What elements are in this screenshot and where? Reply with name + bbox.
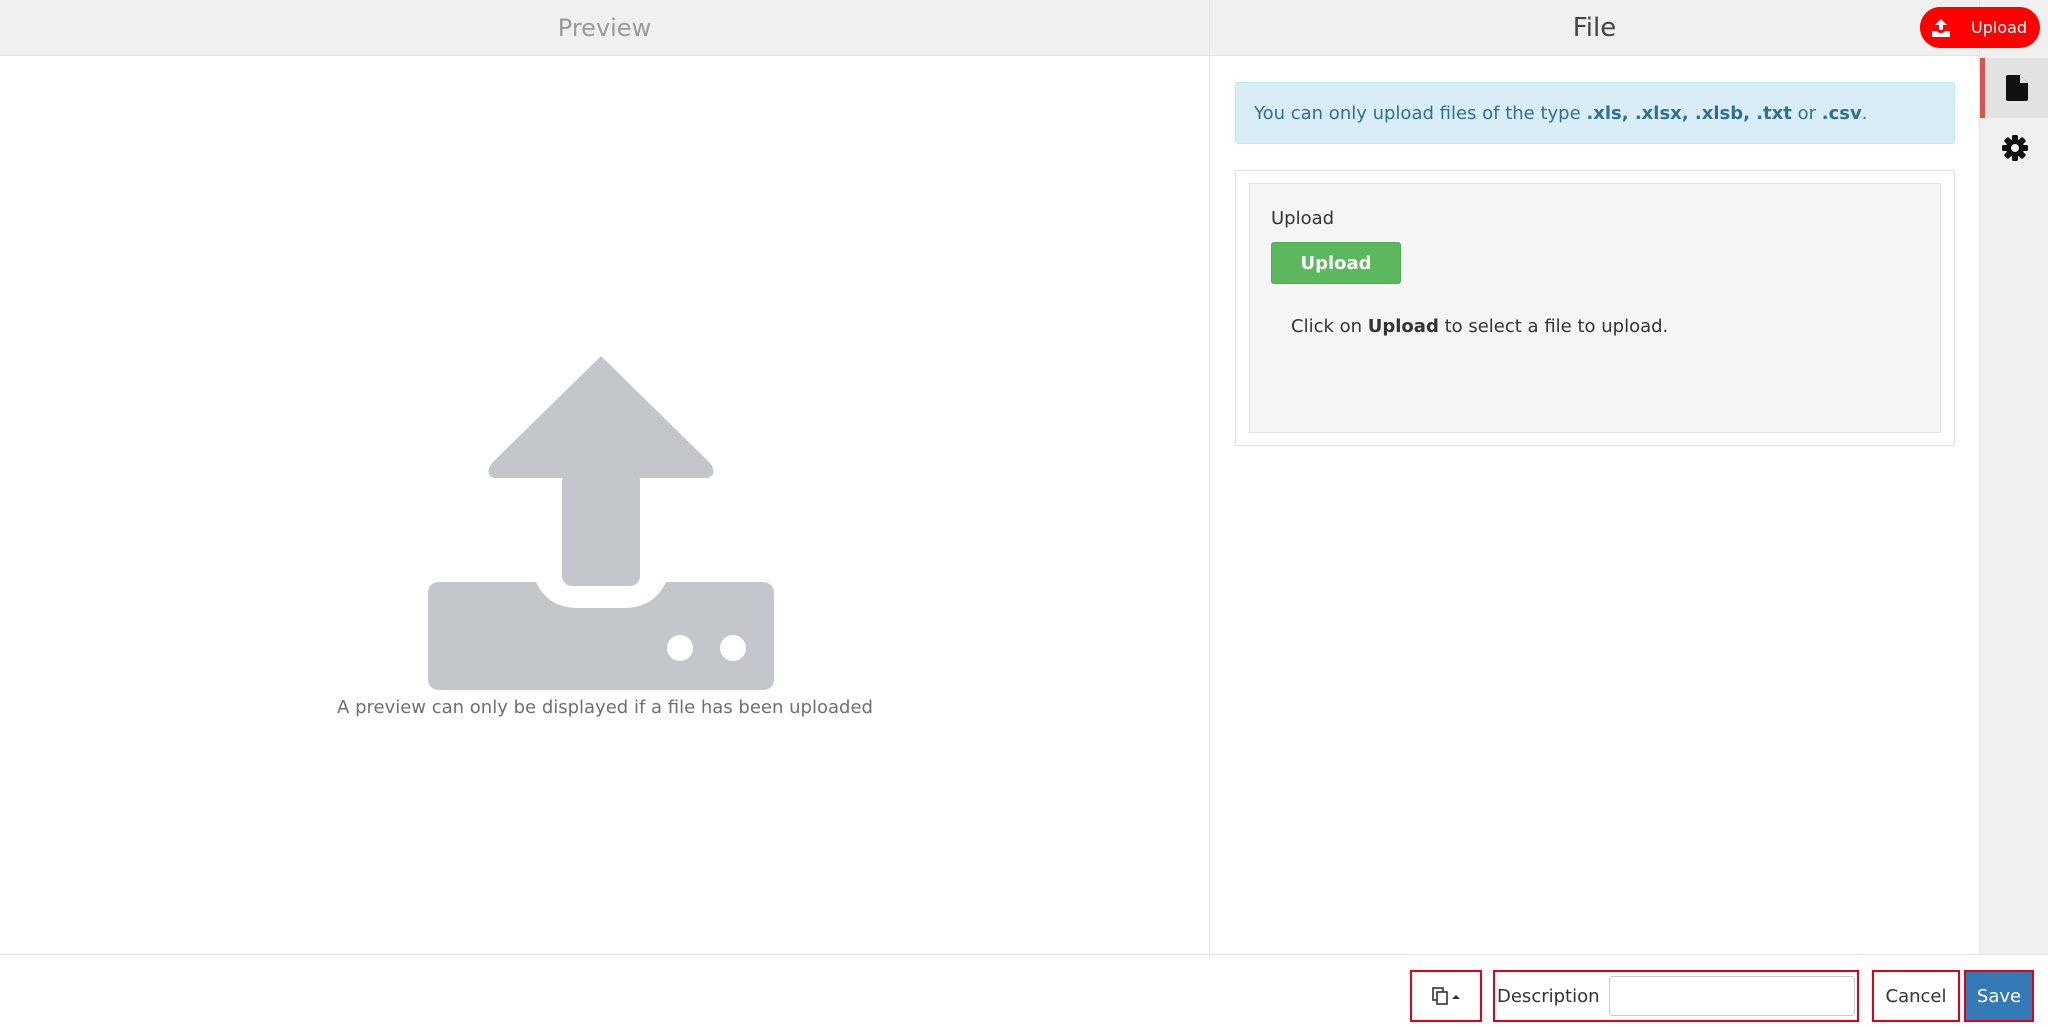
copy-dropdown-button[interactable] [1410,970,1482,1022]
alert-last-type: .csv [1821,102,1862,124]
upload-well: Upload Upload Click on Upload to select … [1249,183,1941,433]
side-tab-bar [1979,0,2048,954]
tab-settings[interactable] [1980,118,2048,178]
preview-title: Preview [557,13,652,42]
upload-label: Upload [1271,208,1335,229]
upload-help-prefix: Click on [1291,316,1368,337]
tab-file[interactable] [1980,58,2048,118]
file-header: File [1210,0,1979,56]
gear-icon [2001,135,2028,161]
upload-section: Upload Upload Click on Upload to select … [1235,170,1955,446]
upload-help-text: Click on Upload to select a file to uplo… [1291,316,1668,337]
file-title: File [1572,12,1617,43]
alert-prefix: You can only upload files of the type [1254,102,1587,124]
description-input[interactable] [1609,976,1855,1016]
preview-body: A preview can only be displayed if a fil… [0,56,1210,954]
file-icon [2006,75,2028,101]
top-upload-button[interactable]: Upload [1920,7,2040,48]
alert-or: or [1791,102,1822,124]
upload-help-bold: Upload [1367,316,1439,337]
alert-types: .xls, .xlsx, .xlsb, .txt [1586,102,1792,124]
upload-icon [1931,18,1950,37]
save-button[interactable]: Save [1964,970,2034,1022]
upload-help-suffix: to select a file to upload. [1438,316,1669,337]
cancel-button[interactable]: Cancel [1872,970,1960,1022]
preview-header: Preview [0,0,1209,56]
upload-pill-icon [1920,7,1961,48]
upload-button[interactable]: Upload [1271,242,1401,284]
description-label: Description [1497,985,1600,1007]
preview-panel: Preview A preview can only be displayed … [0,0,1210,954]
file-type-alert: You can only upload files of the type .x… [1235,82,1955,144]
copy-icon [1432,987,1460,1005]
footer-toolbar: Description Cancel Save [0,954,2048,1027]
preview-note: A preview can only be displayed if a fil… [337,697,873,718]
top-upload-label: Upload [1971,18,2028,37]
description-group: Description [1493,970,1859,1022]
upload-illustration-icon [428,356,774,690]
alert-suffix: . [1861,102,1868,124]
file-panel: File You can only upload files of the ty… [1210,0,1979,954]
